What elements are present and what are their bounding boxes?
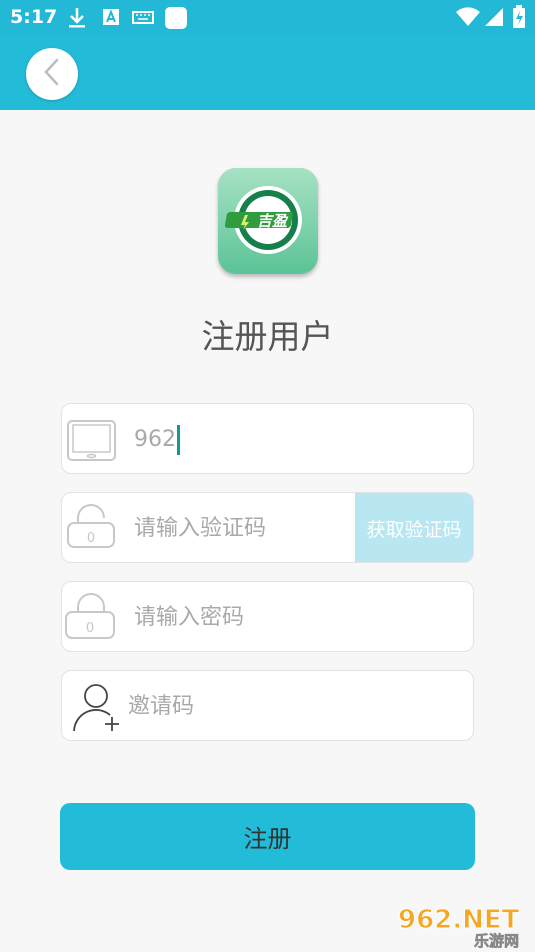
app-notification-icon: [164, 6, 188, 34]
password-field[interactable]: 0 请输入密码: [61, 581, 474, 652]
status-time: 5:17: [10, 6, 58, 28]
chevron-left-icon: [42, 57, 62, 91]
get-code-button[interactable]: 获取验证码: [355, 493, 473, 562]
svg-text:0: 0: [86, 621, 94, 636]
lock-icon: 0: [62, 582, 122, 651]
phone-value: 962: [134, 427, 176, 452]
status-bar: 5:17: [0, 0, 535, 36]
back-button[interactable]: [26, 48, 78, 100]
phone-field[interactable]: 962: [61, 403, 474, 474]
invite-code-input[interactable]: 邀请码: [128, 671, 194, 740]
signal-icon: [484, 7, 504, 31]
text-a-icon: [102, 7, 120, 31]
wifi-icon: [456, 7, 480, 31]
download-icon: [68, 7, 86, 33]
battery-icon: [512, 5, 526, 33]
watermark-site: 962.NET: [398, 905, 520, 935]
add-user-icon: [62, 671, 122, 740]
page-title: 注册用户: [201, 317, 334, 356]
invite-code-field[interactable]: 邀请码: [61, 670, 474, 741]
app-bar: [0, 36, 535, 110]
keyboard-icon: [132, 7, 154, 31]
phone-input[interactable]: 962: [134, 404, 180, 473]
text-caret: [177, 425, 180, 455]
lock-icon: 0: [62, 493, 122, 562]
register-button[interactable]: 注册: [60, 803, 475, 870]
logo-text: 吉盈: [257, 212, 289, 230]
register-label: 注册: [243, 825, 292, 853]
app-logo: 吉盈: [218, 168, 318, 274]
svg-text:0: 0: [87, 531, 95, 546]
watermark-name: 乐游网: [474, 932, 519, 948]
password-input[interactable]: 请输入密码: [134, 582, 244, 651]
verification-code-input[interactable]: 请输入验证码: [134, 493, 266, 562]
verification-code-field[interactable]: 0 请输入验证码 获取验证码: [61, 492, 474, 563]
site-watermark: 962.NET 乐游网: [396, 902, 531, 951]
tablet-icon: [62, 404, 122, 473]
